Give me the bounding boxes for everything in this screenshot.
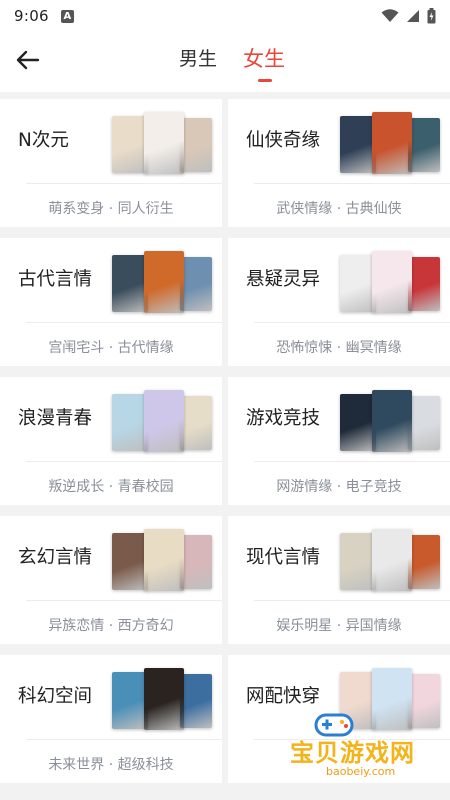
book-covers — [112, 529, 220, 591]
category-subtitle: 恐怖惊悚 · 幽冥情缘 — [276, 340, 402, 356]
card-divider — [254, 183, 450, 184]
book-cover-image — [112, 672, 148, 729]
book-covers — [340, 251, 448, 313]
card-divider — [26, 183, 222, 184]
book-cover-image — [144, 112, 184, 174]
card-divider — [26, 739, 222, 740]
book-cover-image — [180, 257, 212, 311]
book-covers — [340, 668, 448, 730]
battery-icon — [427, 8, 436, 24]
book-covers — [112, 251, 220, 313]
category-card[interactable]: 悬疑灵异恐怖惊悚 · 幽冥情缘 — [228, 238, 450, 366]
book-cover-image — [408, 257, 440, 311]
watermark-text: 宝贝游戏网 — [290, 739, 415, 767]
book-cover-image — [408, 396, 440, 450]
book-cover-image — [408, 674, 440, 728]
book-cover-image — [180, 535, 212, 589]
book-cover-image — [408, 118, 440, 172]
book-cover-image — [340, 116, 376, 173]
card-divider — [254, 600, 450, 601]
book-cover-image — [180, 674, 212, 728]
watermark: 宝贝游戏网 baobeiy.com — [282, 713, 432, 787]
category-title: 玄幻言情 — [18, 547, 93, 568]
book-cover-image — [112, 533, 148, 590]
category-card[interactable]: 浪漫青春叛逆成长 · 青春校园 — [0, 377, 222, 505]
category-title: 浪漫青春 — [18, 408, 93, 429]
category-subtitle: 未来世界 · 超级科技 — [48, 757, 174, 773]
card-divider — [254, 322, 450, 323]
signal-icon — [407, 10, 419, 22]
header: 男生 女生 — [0, 32, 450, 92]
category-title: 现代言情 — [246, 547, 321, 568]
category-card[interactable]: 玄幻言情异族恋情 · 西方奇幻 — [0, 516, 222, 644]
card-divider — [254, 461, 450, 462]
category-card[interactable]: 游戏竞技网游情缘 · 电子竞技 — [228, 377, 450, 505]
card-divider — [26, 322, 222, 323]
category-grid: N次元 萌系变身 · 同人衍生 仙侠奇缘 武侠情缘 · 古典仙侠 古代言情 宫闱宅斗 · … — [0, 99, 450, 783]
status-time: 9:06 — [14, 7, 49, 25]
book-covers — [112, 112, 220, 174]
tab-female[interactable]: 女生 — [243, 43, 285, 73]
category-subtitle: 萌系变身 · 同人衍生 — [48, 201, 174, 217]
book-cover-image — [112, 394, 148, 451]
category-card[interactable]: N次元萌系变身 · 同人衍生 — [0, 99, 222, 227]
status-icons — [381, 8, 436, 24]
category-subtitle: 叛逆成长 · 青春校园 — [48, 479, 174, 495]
notification-badge-icon: A — [60, 9, 74, 23]
watermark-url: baobeiy.com — [322, 765, 400, 778]
category-card[interactable]: 古代言情宫闱宅斗 · 古代情缘 — [0, 238, 222, 366]
book-cover-image — [144, 529, 184, 591]
category-title: 仙侠奇缘 — [246, 130, 321, 151]
book-cover-image — [112, 116, 148, 173]
back-button[interactable] — [14, 46, 42, 74]
book-cover-image — [144, 668, 184, 730]
book-cover-image — [372, 390, 412, 452]
category-subtitle: 宫闱宅斗 · 古代情缘 — [48, 340, 174, 356]
book-cover-image — [340, 255, 376, 312]
book-cover-image — [408, 535, 440, 589]
category-title: 游戏竞技 — [246, 408, 321, 429]
wifi-icon — [381, 9, 399, 22]
book-covers — [340, 112, 448, 174]
arrow-left-icon — [16, 50, 40, 70]
book-cover-image — [180, 396, 212, 450]
book-cover-image — [144, 251, 184, 313]
book-cover-image — [372, 251, 412, 313]
category-card[interactable]: 仙侠奇缘武侠情缘 · 古典仙侠 — [228, 99, 450, 227]
tab-male[interactable]: 男生 — [179, 44, 217, 71]
book-cover-image — [372, 112, 412, 174]
status-bar: 9:06 A — [0, 0, 450, 32]
category-card[interactable]: 科幻空间未来世界 · 超级科技 — [0, 655, 222, 783]
book-cover-image — [112, 255, 148, 312]
card-divider — [26, 600, 222, 601]
category-subtitle: 网游情缘 · 电子竞技 — [276, 479, 402, 495]
category-title: 悬疑灵异 — [246, 269, 321, 290]
book-cover-image — [340, 533, 376, 590]
book-covers — [112, 390, 220, 452]
book-cover-image — [144, 390, 184, 452]
category-subtitle: 娱乐明星 · 异国情缘 — [276, 618, 402, 634]
book-cover-image — [180, 118, 212, 172]
book-cover-image — [372, 668, 412, 730]
category-title: 古代言情 — [18, 269, 93, 290]
category-title: 科幻空间 — [18, 686, 93, 707]
category-card[interactable]: 现代言情娱乐明星 · 异国情缘 — [228, 516, 450, 644]
card-divider — [26, 461, 222, 462]
book-cover-image — [340, 394, 376, 451]
active-tab-indicator — [258, 79, 272, 82]
book-cover-image — [372, 529, 412, 591]
category-subtitle: 异族恋情 · 西方奇幻 — [48, 618, 174, 634]
category-title: N次元 — [18, 130, 69, 151]
category-title: 网配快穿 — [246, 686, 321, 707]
book-covers — [340, 529, 448, 591]
book-covers — [340, 390, 448, 452]
category-subtitle: 武侠情缘 · 古典仙侠 — [276, 201, 402, 217]
book-covers — [112, 668, 220, 730]
